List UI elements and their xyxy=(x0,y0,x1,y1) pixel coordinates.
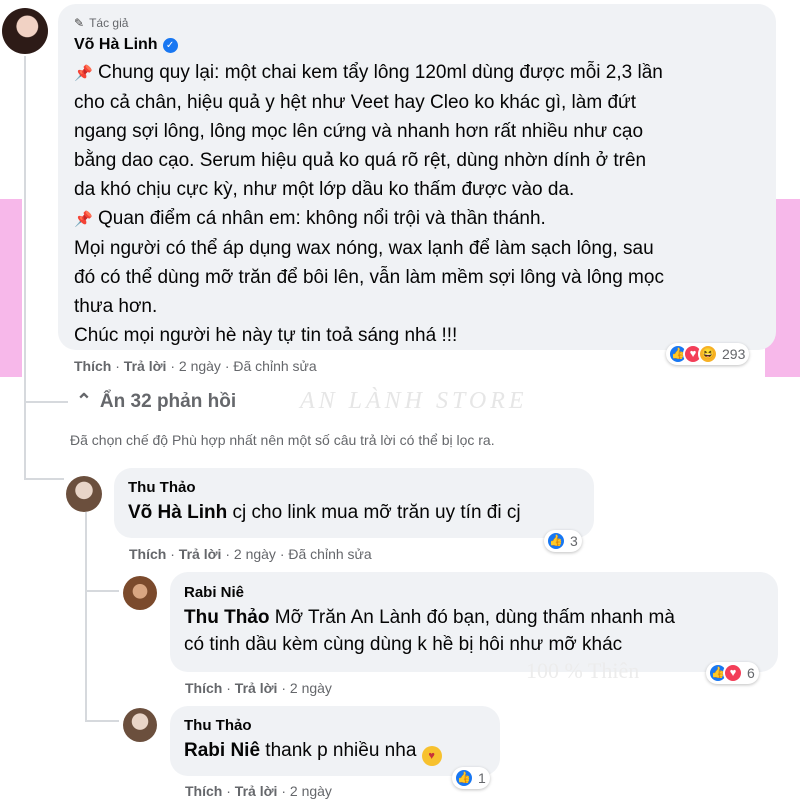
comment-body: 📌 Chung quy lại: một chai kem tẩy lông 1… xyxy=(74,58,760,350)
edited-label: Đã chỉnh sửa xyxy=(233,358,317,374)
pushpin-icon: 📌 xyxy=(74,211,93,228)
reply-link[interactable]: Trả lời xyxy=(124,358,167,374)
thread-line-branch xyxy=(24,478,64,480)
hide-replies-label: Ẩn 32 phản hồi xyxy=(99,390,237,412)
thread-line-hide xyxy=(24,401,68,403)
mention-link[interactable]: Võ Hà Linh xyxy=(128,502,227,523)
edited-label: Đã chỉnh sửa xyxy=(288,546,372,562)
avatar-vo-ha-linh[interactable] xyxy=(2,8,48,54)
avatar-rabi-nie[interactable] xyxy=(123,576,157,610)
like-reaction-icon: 👍 xyxy=(454,768,474,788)
pushpin-icon: 📌 xyxy=(74,65,93,82)
thread-line-sub xyxy=(85,512,87,722)
comment-line: bằng dao cạo. Serum hiệu quả ko quá rõ r… xyxy=(74,150,647,171)
main-comment-bubble: ✎ Tác giả Võ Hà Linh ✓ 📌 Chung quy lại: … xyxy=(58,4,776,350)
reply-actions: Thích · Trả lời · 2 ngày xyxy=(185,783,332,799)
like-link[interactable]: Thích xyxy=(74,358,111,374)
reply-reaction-summary[interactable]: 👍 ♥ 6 xyxy=(706,662,759,684)
reply-reaction-summary[interactable]: 👍 3 xyxy=(544,530,582,552)
commenter-name[interactable]: Võ Hà Linh xyxy=(74,36,158,54)
author-tag-label: Tác giả xyxy=(89,16,129,30)
thread-line-main xyxy=(24,56,26,480)
avatar-thu-thao[interactable] xyxy=(66,476,102,512)
thread-line-sub-branch2 xyxy=(85,720,119,722)
reply-reaction-summary[interactable]: 👍 1 xyxy=(452,767,490,789)
comment-line: thưa hơn. xyxy=(74,296,158,317)
pen-icon: ✎ xyxy=(74,16,85,30)
like-link[interactable]: Thích xyxy=(129,546,166,562)
reply-bubble: Rabi Niê Thu Thảo Mỡ Trăn An Lành đó bạn… xyxy=(170,572,778,672)
reply-actions: Thích · Trả lời · 2 ngày · Đã chỉnh sửa xyxy=(129,546,372,562)
mention-link[interactable]: Thu Thảo xyxy=(184,607,269,628)
hide-replies-button[interactable]: ⌃ Ẩn 32 phản hồi xyxy=(76,390,236,413)
kiss-emoji-icon: ♥ xyxy=(421,746,442,766)
timestamp[interactable]: 2 ngày xyxy=(234,546,276,562)
main-comment-actions: Thích · Trả lời · 2 ngày · Đã chỉnh sửa xyxy=(74,358,317,374)
timestamp[interactable]: 2 ngày xyxy=(290,783,332,799)
comment-line: Mọi người có thể áp dụng wax nóng, wax l… xyxy=(74,238,654,259)
reply-link[interactable]: Trả lời xyxy=(235,680,278,696)
verified-badge-icon: ✓ xyxy=(162,37,178,53)
comment-line: 📌 Quan điểm cá nhân em: không nổi trội v… xyxy=(74,208,546,229)
watermark-text-2: 100 % Thiên xyxy=(526,658,640,683)
reply-author-name[interactable]: Thu Thảo xyxy=(184,717,486,734)
comment-line: cho cả chân, hiệu quả y hệt như Veet hay… xyxy=(74,92,637,113)
comment-line: da khó chịu cực kỳ, như một lớp dầu ko t… xyxy=(74,179,575,200)
reply-body: Võ Hà Linh cj cho link mua mỡ trăn uy tí… xyxy=(128,502,521,523)
author-tag: ✎ Tác giả xyxy=(74,14,760,32)
pink-overlay-left xyxy=(0,199,22,377)
watermark-text: AN LÀNH STORE xyxy=(300,388,528,414)
comment-line: ngang sợi lông, lông mọc lên cứng và nha… xyxy=(74,121,644,142)
like-reaction-icon: 👍 xyxy=(546,531,566,551)
comment-line: 📌 Chung quy lại: một chai kem tẩy lông 1… xyxy=(74,62,663,83)
avatar-thu-thao[interactable] xyxy=(123,708,157,742)
haha-reaction-icon: 😆 xyxy=(698,344,718,364)
reply-body: Thu Thảo Mỡ Trăn An Lành đó bạn, dùng th… xyxy=(184,607,675,655)
reply-link[interactable]: Trả lời xyxy=(179,546,222,562)
main-reaction-summary[interactable]: 👍 ♥ 😆 293 xyxy=(666,343,750,365)
reply-actions: Thích · Trả lời · 2 ngày xyxy=(185,680,332,696)
reaction-count: 6 xyxy=(747,665,755,681)
reply-bubble: Thu Thảo Võ Hà Linh cj cho link mua mỡ t… xyxy=(114,468,594,538)
reply-author-name[interactable]: Rabi Niê xyxy=(184,584,764,601)
thread-line-sub-branch1 xyxy=(85,590,119,592)
reply-author-name[interactable]: Thu Thảo xyxy=(128,479,580,496)
love-reaction-icon: ♥ xyxy=(723,663,743,683)
comment-line: đó có thể dùng mỡ trăn để bôi lên, vẫn l… xyxy=(74,267,664,288)
timestamp[interactable]: 2 ngày xyxy=(179,358,221,374)
comment-line: Chúc mọi người hè này tự tin toả sáng nh… xyxy=(74,325,458,346)
reaction-count: 3 xyxy=(570,533,578,549)
reply-body: Rabi Niê thank p nhiều nha ♥ xyxy=(184,737,486,766)
like-link[interactable]: Thích xyxy=(185,783,222,799)
timestamp[interactable]: 2 ngày xyxy=(290,680,332,696)
mention-link[interactable]: Rabi Niê xyxy=(184,740,260,761)
like-link[interactable]: Thích xyxy=(185,680,222,696)
chevron-up-icon: ⌃ xyxy=(76,391,92,412)
reaction-count: 1 xyxy=(478,770,486,786)
reaction-count: 293 xyxy=(722,346,746,362)
reply-link[interactable]: Trả lời xyxy=(235,783,278,799)
reply-bubble: Thu Thảo Rabi Niê thank p nhiều nha ♥ xyxy=(170,706,500,776)
filter-note: Đã chọn chế độ Phù hợp nhất nên một số c… xyxy=(70,432,495,448)
